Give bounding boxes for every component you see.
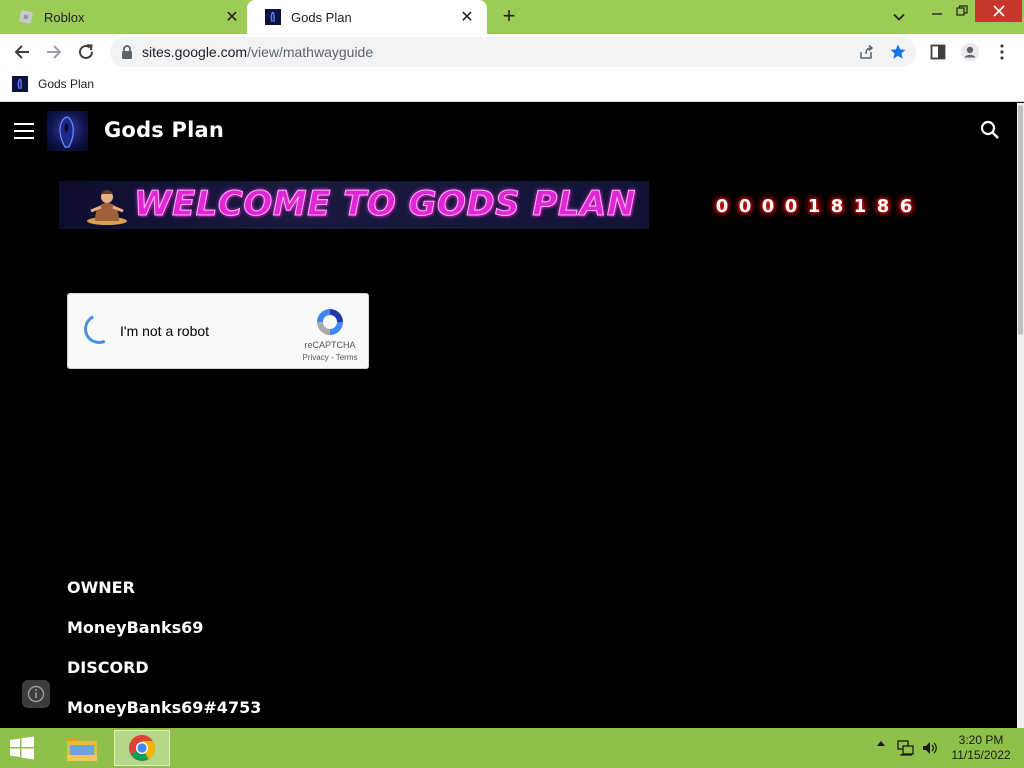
terms-link[interactable]: Terms (336, 353, 358, 362)
back-button[interactable] (8, 38, 36, 66)
restore-icon (956, 5, 968, 16)
site-title[interactable]: Gods Plan (104, 118, 224, 142)
network-icon (897, 740, 914, 756)
forward-button[interactable] (40, 38, 68, 66)
banner-text: WELCOME TO GODS PLAN (134, 184, 636, 225)
welcome-banner: WELCOME TO GODS PLAN (59, 181, 649, 229)
tab-title: Gods Plan (291, 9, 352, 25)
start-button[interactable] (8, 736, 36, 765)
arrow-left-icon (14, 45, 29, 59)
tab-gods-plan[interactable]: Gods Plan ✕ (247, 0, 487, 34)
counter-digit: 0 (781, 195, 801, 217)
chrome-taskbar-button[interactable] (114, 730, 170, 766)
reload-button[interactable] (72, 38, 100, 66)
clock-date: 11/15/2022 (951, 748, 1011, 762)
gods-plan-favicon-icon (265, 9, 281, 25)
address-bar[interactable]: sites.google.com/view/mathwayguide (110, 37, 916, 67)
counter-digit: 6 (896, 195, 916, 217)
arrow-right-icon (47, 45, 62, 59)
close-icon (992, 5, 1005, 17)
chrome-icon (129, 735, 156, 761)
side-panel-icon (930, 44, 946, 60)
roblox-favicon-icon (19, 10, 33, 24)
more-vert-icon (1000, 44, 1004, 60)
owner-heading: OWNER (67, 578, 135, 597)
page-scrollbar[interactable] (1017, 103, 1024, 728)
owner-info: OWNER MoneyBanks69 DISCORD MoneyBanks69#… (67, 578, 261, 728)
recaptcha-label: I'm not a robot (120, 323, 210, 339)
hooded-figure-icon (59, 116, 74, 148)
restore-window-button[interactable] (947, 0, 977, 22)
menu-icon[interactable] (14, 121, 34, 141)
discord-handle: MoneyBanks69#4753 (67, 698, 262, 717)
discord-heading: DISCORD (67, 658, 149, 677)
profile-button[interactable] (956, 38, 984, 66)
visitor-counter: 0 0 0 0 1 8 1 8 6 (712, 195, 916, 217)
show-hidden-icons-button[interactable] (875, 740, 887, 746)
owner-name: MoneyBanks69 (67, 618, 204, 637)
chevron-up-icon (877, 741, 885, 746)
counter-digit: 0 (735, 195, 755, 217)
praying-figure-icon (87, 190, 127, 225)
bookmark-label: Gods Plan (38, 77, 95, 91)
bookmark-star-icon[interactable] (888, 42, 908, 62)
taskbar: 3:20 PM 11/15/2022 (0, 728, 1024, 768)
gods-plan-favicon-icon (12, 76, 28, 92)
close-tab-icon[interactable]: ✕ (457, 7, 477, 27)
minimize-icon (932, 13, 942, 15)
share-icon[interactable] (856, 42, 876, 62)
tab-strip: Roblox Gods Plan ✕ ✕ + (0, 0, 1024, 34)
chevron-down-icon[interactable] (888, 6, 910, 28)
close-tab-icon[interactable]: ✕ (222, 7, 242, 27)
page-content: Gods Plan WELCOME TO GODS PLAN 0 0 0 0 1… (0, 103, 1017, 728)
browser-menu-button[interactable] (988, 38, 1016, 66)
browser-toolbar: sites.google.com/view/mathwayguide (0, 34, 1024, 70)
file-explorer-taskbar-button[interactable] (54, 730, 110, 766)
recaptcha-widget: I'm not a robot reCAPTCHA Privacy - Term… (67, 293, 369, 369)
side-panel-button[interactable] (924, 38, 952, 66)
close-window-button[interactable] (975, 0, 1022, 22)
profile-icon (961, 43, 979, 61)
recaptcha-links: Privacy - Terms (298, 353, 362, 362)
new-tab-button[interactable]: + (498, 3, 520, 28)
recaptcha-brand: reCAPTCHA (304, 340, 356, 350)
counter-digit: 0 (758, 195, 778, 217)
site-info-button[interactable] (22, 680, 50, 708)
tab-title: Roblox (44, 9, 85, 25)
taskbar-clock[interactable]: 3:20 PM 11/15/2022 (944, 733, 1018, 763)
url-path: /view/mathwayguide (247, 44, 374, 60)
recaptcha-checkbox[interactable] (79, 309, 119, 349)
bookmark-gods-plan[interactable]: Gods Plan (12, 76, 94, 92)
url-text: sites.google.com/view/mathwayguide (142, 44, 373, 60)
recaptcha-logo-icon (317, 309, 343, 335)
counter-digit: 8 (827, 195, 847, 217)
scrollbar-thumb[interactable] (1018, 105, 1023, 335)
url-host: sites.google.com (142, 44, 248, 60)
counter-digit: 1 (850, 195, 870, 217)
links-separator: - (328, 353, 336, 362)
counter-digit: 1 (804, 195, 824, 217)
site-header: Gods Plan (0, 103, 1017, 159)
clock-time: 3:20 PM (958, 733, 1004, 747)
network-tray-button[interactable] (896, 740, 916, 756)
privacy-link[interactable]: Privacy (303, 353, 329, 362)
windows-logo-icon (10, 736, 34, 760)
lock-icon[interactable] (120, 44, 134, 60)
reload-icon (79, 44, 93, 59)
search-icon[interactable] (980, 120, 1000, 145)
tab-roblox[interactable]: Roblox (0, 0, 247, 34)
volume-tray-button[interactable] (920, 740, 940, 756)
folder-icon (67, 738, 97, 761)
site-logo[interactable] (47, 111, 88, 151)
counter-digit: 8 (873, 195, 893, 217)
speaker-icon (923, 742, 937, 754)
info-icon (27, 685, 45, 703)
bookmarks-bar: Gods Plan (0, 70, 1024, 102)
counter-digit: 0 (712, 195, 732, 217)
